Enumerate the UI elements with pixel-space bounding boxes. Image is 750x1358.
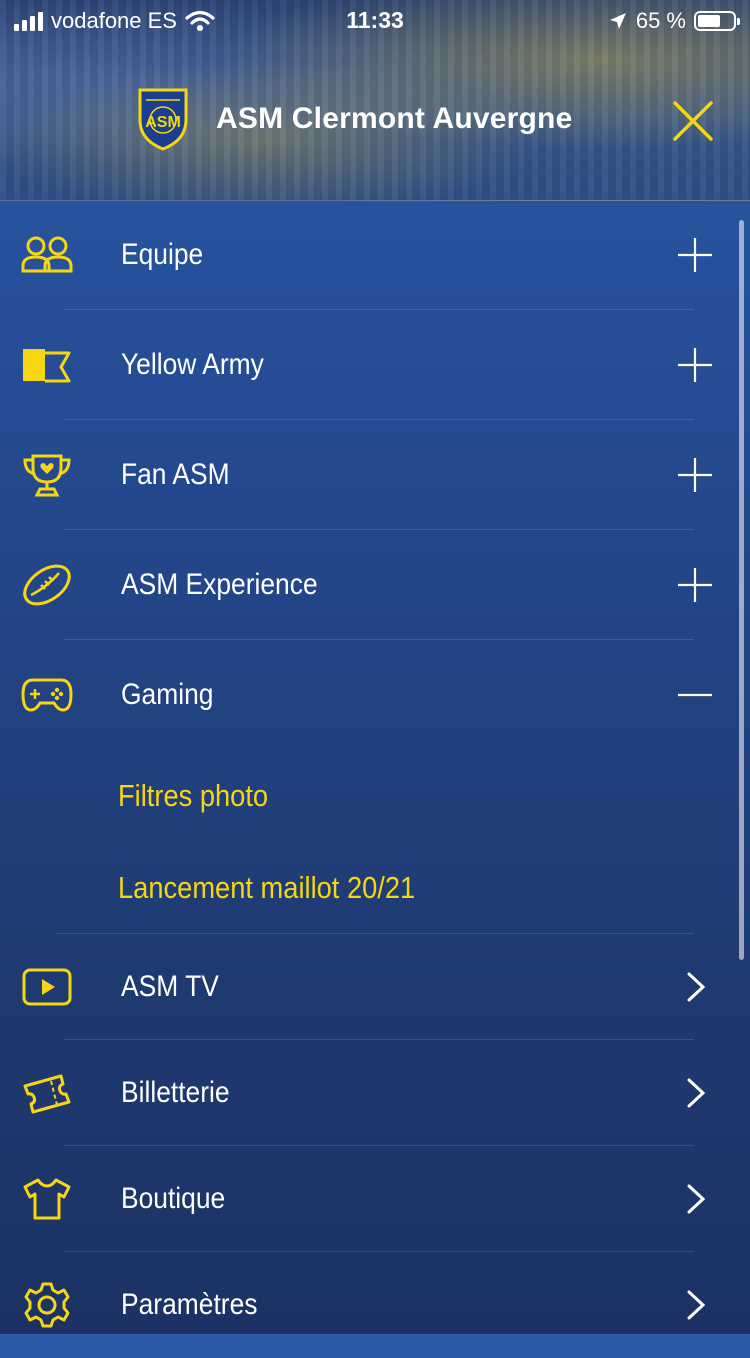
chevron-right-icon[interactable] (676, 1074, 714, 1112)
menu-item-yellow-army[interactable]: Yellow Army (0, 310, 750, 420)
menu-item-equipe[interactable]: Equipe (0, 200, 750, 310)
chevron-right-icon[interactable] (676, 968, 714, 1006)
menu-item-fan-asm[interactable]: Fan ASM (0, 420, 750, 530)
app-title: ASM Clermont Auvergne (216, 102, 573, 135)
trophy-icon (20, 453, 74, 497)
chevron-right-icon[interactable] (676, 1180, 714, 1218)
menu-item-label: Billetterie (121, 1076, 230, 1109)
menu-item-label: ASM Experience (121, 568, 318, 601)
team-icon (20, 233, 74, 277)
menu-item-label: Equipe (121, 238, 204, 271)
menu-item-label: Gaming (121, 678, 214, 711)
plus-icon[interactable] (676, 566, 714, 604)
menu-item-label: Paramètres (121, 1288, 258, 1321)
minus-icon[interactable] (676, 676, 714, 714)
menu-item-asm-experience[interactable]: ASM Experience (0, 530, 750, 640)
scrollbar[interactable] (739, 220, 744, 960)
submenu-item-lancement-maillot[interactable]: Lancement maillot 20/21 (0, 842, 750, 934)
menu-item-billetterie[interactable]: Billetterie (0, 1040, 750, 1146)
menu-item-parametres[interactable]: Paramètres (0, 1252, 750, 1358)
plus-icon[interactable] (676, 236, 714, 274)
submenu-item-label: Filtres photo (118, 778, 269, 813)
gamepad-icon (20, 673, 74, 717)
plus-icon[interactable] (676, 346, 714, 384)
menu-item-asm-tv[interactable]: ASM TV (0, 934, 750, 1040)
close-icon[interactable] (672, 100, 714, 142)
submenu-item-filtres-photo[interactable]: Filtres photo (0, 750, 750, 842)
menu-item-label: Fan ASM (121, 458, 230, 491)
plus-icon[interactable] (676, 456, 714, 494)
menu-item-boutique[interactable]: Boutique (0, 1146, 750, 1252)
submenu-item-label: Lancement maillot 20/21 (118, 870, 416, 905)
status-right: 65 % (608, 8, 740, 34)
status-bar: vodafone ES 11:33 65 % (0, 0, 750, 40)
location-arrow-icon (609, 13, 626, 29)
rugby-ball-icon (20, 563, 74, 607)
battery-icon (694, 11, 740, 31)
shirt-icon (20, 1177, 74, 1221)
menu-item-gaming[interactable]: Gaming (0, 640, 750, 750)
brand: ASM ASM Clermont Auvergne (136, 86, 572, 152)
ticket-icon (20, 1071, 74, 1115)
flag-icon (20, 343, 74, 387)
asm-logo: ASM (138, 88, 188, 151)
play-icon (20, 965, 74, 1009)
chevron-right-icon[interactable] (676, 1286, 714, 1324)
gear-icon (20, 1282, 74, 1328)
menu-item-label: Boutique (121, 1182, 226, 1215)
side-menu: Equipe Yellow Army Fan ASM ASM Experienc… (0, 200, 750, 1358)
battery-percent: 65 % (635, 8, 686, 33)
menu-item-label: ASM TV (121, 970, 219, 1003)
menu-item-label: Yellow Army (121, 348, 264, 381)
